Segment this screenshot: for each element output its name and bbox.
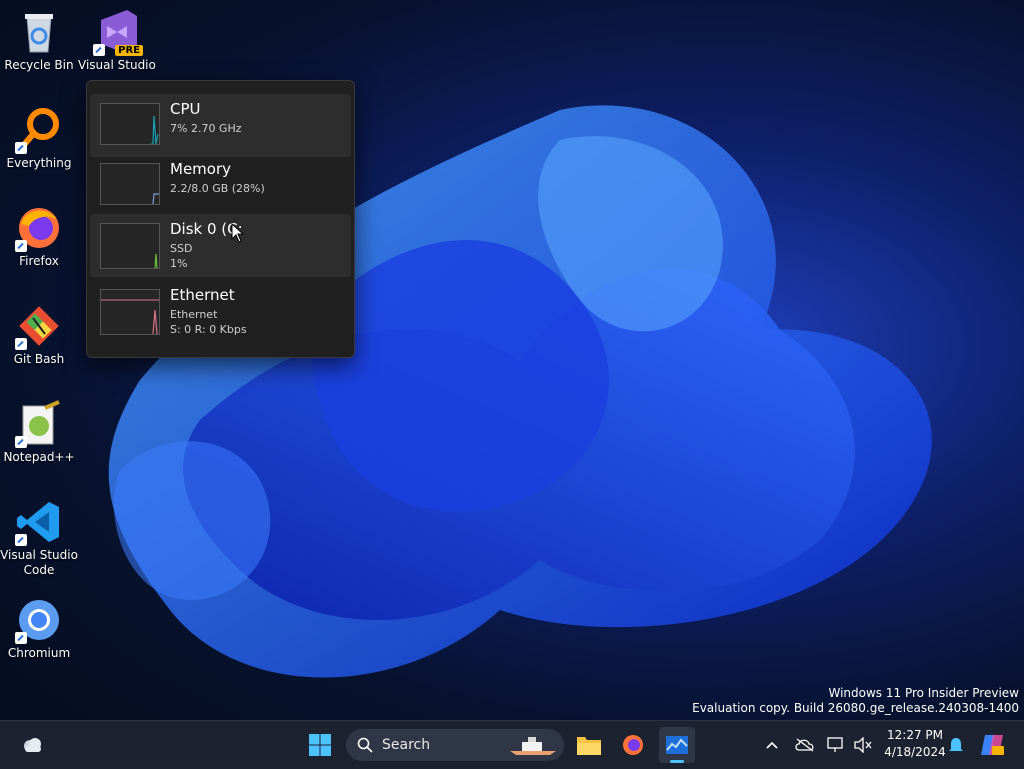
firefox-icon — [15, 204, 63, 252]
notepad-plus-plus-icon — [15, 400, 63, 448]
ethernet-mini-graph — [100, 289, 160, 335]
cloud-icon — [24, 738, 41, 752]
recycle-bin-icon — [15, 8, 63, 56]
chevron-up-icon — [766, 741, 778, 749]
volume-button[interactable] — [848, 727, 878, 763]
speaker-muted-icon — [854, 737, 872, 753]
performance-flyout: CPU 7% 2.70 GHz Memory 2.2/8.0 GB (28%) … — [86, 80, 355, 358]
shortcut-arrow-icon — [93, 44, 105, 56]
perf-item-disk[interactable]: Disk 0 (C: SSD 1% — [90, 214, 351, 277]
chromium-icon — [15, 596, 63, 644]
perf-item-memory[interactable]: Memory 2.2/8.0 GB (28%) — [90, 154, 351, 217]
desktop-icon-vscode[interactable]: Visual Studio Code — [0, 498, 78, 578]
network-icon — [827, 737, 843, 752]
preview-badge: PRE — [115, 45, 143, 56]
start-button[interactable] — [302, 727, 338, 763]
onedrive-button[interactable] — [788, 727, 822, 763]
desktop-icon-chromium[interactable]: Chromium — [0, 596, 78, 661]
memory-mini-graph — [100, 163, 160, 205]
build-watermark: Windows 11 Pro Insider Preview Evaluatio… — [692, 686, 1019, 715]
everything-search-icon — [15, 106, 63, 154]
copilot-button[interactable] — [974, 727, 1010, 763]
taskbar-search-box[interactable]: Search — [346, 729, 564, 761]
taskbar-file-explorer[interactable] — [571, 727, 607, 763]
mouse-cursor-icon — [231, 223, 245, 243]
desktop-icon-firefox[interactable]: Firefox — [0, 204, 78, 269]
desktop-icon-recycle-bin[interactable]: Recycle Bin — [0, 8, 78, 73]
task-manager-icon — [666, 736, 688, 754]
windows-logo-icon — [309, 734, 331, 756]
show-hidden-icons-button[interactable] — [755, 727, 789, 763]
search-icon — [357, 737, 373, 753]
active-app-indicator — [670, 760, 684, 763]
perf-item-ethernet[interactable]: Ethernet Ethernet S: 0 R: 0 Kbps — [90, 280, 351, 343]
desktop-icon-notepad-plus-plus[interactable]: Notepad++ — [0, 400, 78, 465]
disk-mini-graph — [100, 223, 160, 269]
firefox-icon — [623, 735, 643, 755]
perf-item-cpu[interactable]: CPU 7% 2.70 GHz — [90, 94, 351, 157]
taskbar-firefox[interactable] — [615, 727, 651, 763]
cpu-mini-graph — [100, 103, 160, 145]
taskbar: Search 12:27 PM 4/18/2024 — [0, 720, 1024, 769]
taskbar-task-manager[interactable] — [659, 727, 695, 763]
desktop-icon-git-bash[interactable]: Git Bash — [0, 302, 78, 367]
cloud-off-icon — [795, 738, 814, 752]
notifications-button[interactable] — [940, 727, 972, 763]
desktop-icon-visual-studio[interactable]: PRE Visual Studio 2022 Preview — [78, 8, 156, 73]
search-highlight-icon — [510, 737, 556, 755]
vscode-icon — [15, 498, 63, 546]
bell-icon — [949, 738, 963, 751]
git-bash-icon — [15, 302, 63, 350]
desktop-icon-everything[interactable]: Everything — [0, 106, 78, 171]
folder-icon — [577, 737, 601, 755]
copilot-icon — [981, 735, 1004, 755]
visual-studio-icon: PRE — [93, 8, 143, 56]
widgets-weather-button[interactable] — [14, 727, 50, 763]
